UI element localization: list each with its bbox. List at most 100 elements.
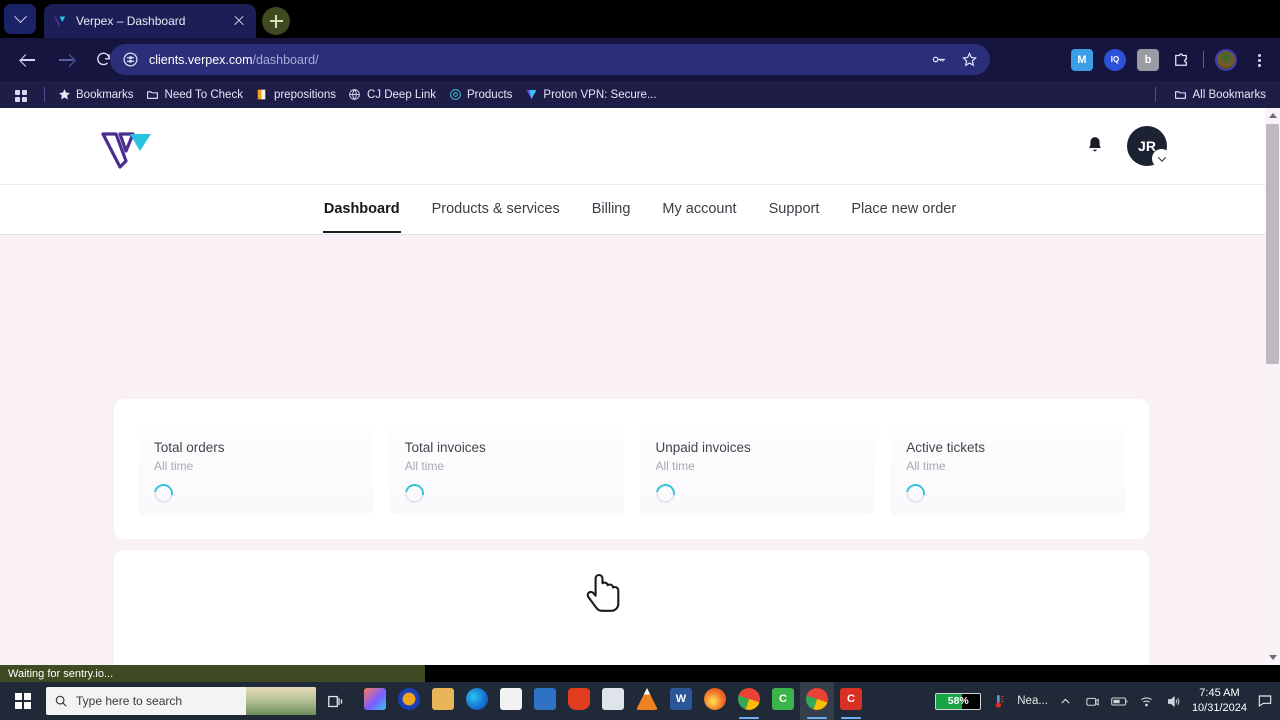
url-text: clients.verpex.com/dashboard/ [149, 53, 925, 67]
battery-status-badge[interactable]: 58% [935, 692, 982, 710]
new-tab-button[interactable] [262, 7, 290, 35]
close-icon[interactable] [230, 12, 248, 30]
nav-label: Products & services [431, 201, 560, 217]
book-icon [255, 88, 269, 102]
weather-label[interactable]: Nea... [1017, 695, 1048, 707]
avatar-dropdown-badge[interactable] [1152, 149, 1171, 168]
camtasia-icon: C [772, 688, 794, 710]
forward-button[interactable] [50, 45, 80, 75]
taskbar-app-brave[interactable] [562, 682, 596, 720]
thermometer-icon[interactable] [990, 692, 1008, 710]
nav-item-place-new-order[interactable]: Place new order [835, 186, 972, 233]
bookmark-item-cj-deep-link[interactable]: CJ Deep Link [342, 86, 442, 104]
folder-icon [432, 688, 454, 710]
tab-search-button[interactable] [4, 4, 36, 34]
stat-card-unpaid-invoices[interactable]: Unpaid invoices All time [639, 424, 875, 515]
scrollbar-thumb[interactable] [1266, 124, 1279, 364]
address-bar[interactable]: clients.verpex.com/dashboard/ [110, 44, 990, 75]
bookmark-item-proton-vpn[interactable]: Proton VPN: Secure... [518, 86, 662, 104]
browser-status-bar: Waiting for sentry.io... [0, 665, 425, 682]
active-products-panel [114, 550, 1149, 665]
bookmark-item-bookmarks[interactable]: Bookmarks [51, 86, 140, 104]
forward-arrow-icon [58, 53, 73, 66]
taskbar-app-chrome-active[interactable] [800, 682, 834, 720]
taskbar-search-box[interactable]: Type here to search [46, 687, 316, 715]
apps-grid-icon[interactable] [8, 85, 34, 105]
battery-icon[interactable] [1111, 692, 1129, 710]
extensions-button[interactable] [1166, 45, 1196, 75]
app-open-indicator [807, 716, 827, 719]
all-bookmarks-button[interactable]: All Bookmarks [1168, 86, 1273, 104]
taskbar-app-headphones[interactable] [392, 682, 426, 720]
scroll-up-button[interactable] [1265, 108, 1280, 123]
stat-subtitle: All time [655, 459, 695, 473]
site-header: JR [0, 108, 1280, 184]
taskbar-app-snipping-tool[interactable] [596, 682, 630, 720]
brave-lion-icon [568, 688, 590, 710]
chrome-menu-button[interactable] [1244, 45, 1274, 75]
bookmark-star-icon[interactable] [956, 47, 982, 73]
taskbar-app-vlc[interactable] [630, 682, 664, 720]
volume-icon[interactable] [1165, 692, 1183, 710]
taskbar-app-microsoft-edge[interactable] [460, 682, 494, 720]
bookmark-item-prepositions[interactable]: prepositions [249, 86, 342, 104]
stat-card-active-tickets[interactable]: Active tickets All time [890, 424, 1125, 515]
extension-ionos[interactable]: IQ [1100, 45, 1130, 75]
taskbar-app-word[interactable]: W [664, 682, 698, 720]
omnibox-actions [925, 47, 982, 73]
taskbar-app-file-explorer[interactable] [426, 682, 460, 720]
action-center-icon[interactable] [1256, 692, 1274, 710]
nav-item-products-services[interactable]: Products & services [416, 186, 576, 233]
nav-item-my-account[interactable]: My account [646, 186, 752, 233]
header-actions: JR [1085, 126, 1171, 168]
product-row-skeleton[interactable] [144, 652, 1135, 665]
bookmarks-bar: Bookmarks Need To Check prepositions CJ … [0, 81, 1280, 108]
folder-icon [146, 88, 160, 102]
taskbar-app-camtasia[interactable]: C [766, 682, 800, 720]
page-scrollbar[interactable] [1265, 108, 1280, 665]
nav-item-billing[interactable]: Billing [576, 186, 647, 233]
back-button[interactable] [12, 45, 42, 75]
bookmark-label: Products [467, 88, 513, 101]
password-key-icon[interactable] [925, 47, 951, 73]
nav-item-support[interactable]: Support [753, 186, 836, 233]
bookmark-item-need-to-check[interactable]: Need To Check [140, 86, 249, 104]
start-button[interactable] [0, 682, 46, 720]
notification-bell-icon[interactable] [1085, 135, 1105, 157]
remote-desktop-icon [534, 688, 556, 710]
verpex-favicon [52, 14, 67, 29]
taskbar-app-remote-desktop[interactable] [528, 682, 562, 720]
profile-button[interactable] [1211, 45, 1241, 75]
folder-icon [1174, 88, 1188, 102]
chevron-down-icon [13, 9, 27, 23]
at-icon [448, 88, 462, 102]
taskbar-app-firefox[interactable] [698, 682, 732, 720]
app-open-indicator [841, 716, 861, 719]
taskbar-clock[interactable]: 7:45 AM 10/31/2024 [1192, 686, 1247, 716]
stat-card-total-invoices[interactable]: Total invoices All time [388, 424, 624, 515]
stat-title: Total invoices [404, 440, 486, 455]
avatar[interactable]: JR [1127, 126, 1171, 168]
taskbar-app-camtasia-recorder[interactable]: C [834, 682, 868, 720]
scroll-down-button[interactable] [1265, 650, 1280, 665]
camera-icon[interactable] [1084, 692, 1102, 710]
task-view-button[interactable] [316, 682, 354, 720]
taskbar-app-copilot[interactable] [358, 682, 392, 720]
extension-mega[interactable]: M [1067, 45, 1097, 75]
headphones-icon [398, 688, 420, 710]
stat-card-total-orders[interactable]: Total orders All time [138, 424, 373, 515]
stats-row: Total orders All time Total invoices All… [138, 424, 1125, 515]
main-navigation: Dashboard Products & services Billing My… [0, 184, 1280, 235]
taskbar-app-chrome[interactable] [732, 682, 766, 720]
browser-tab[interactable]: Verpex – Dashboard [44, 4, 256, 38]
star-icon [57, 88, 71, 102]
mouse-cursor-pointer [585, 572, 625, 624]
taskbar-app-microsoft-store[interactable] [494, 682, 528, 720]
verpex-logo[interactable] [100, 129, 156, 169]
nav-item-dashboard[interactable]: Dashboard [308, 186, 416, 233]
extension-bitwarden[interactable]: b [1133, 45, 1163, 75]
bookmark-item-products[interactable]: Products [442, 86, 518, 104]
site-settings-icon[interactable] [122, 51, 139, 68]
wifi-icon[interactable] [1138, 692, 1156, 710]
show-hidden-icons-button[interactable] [1057, 692, 1075, 710]
